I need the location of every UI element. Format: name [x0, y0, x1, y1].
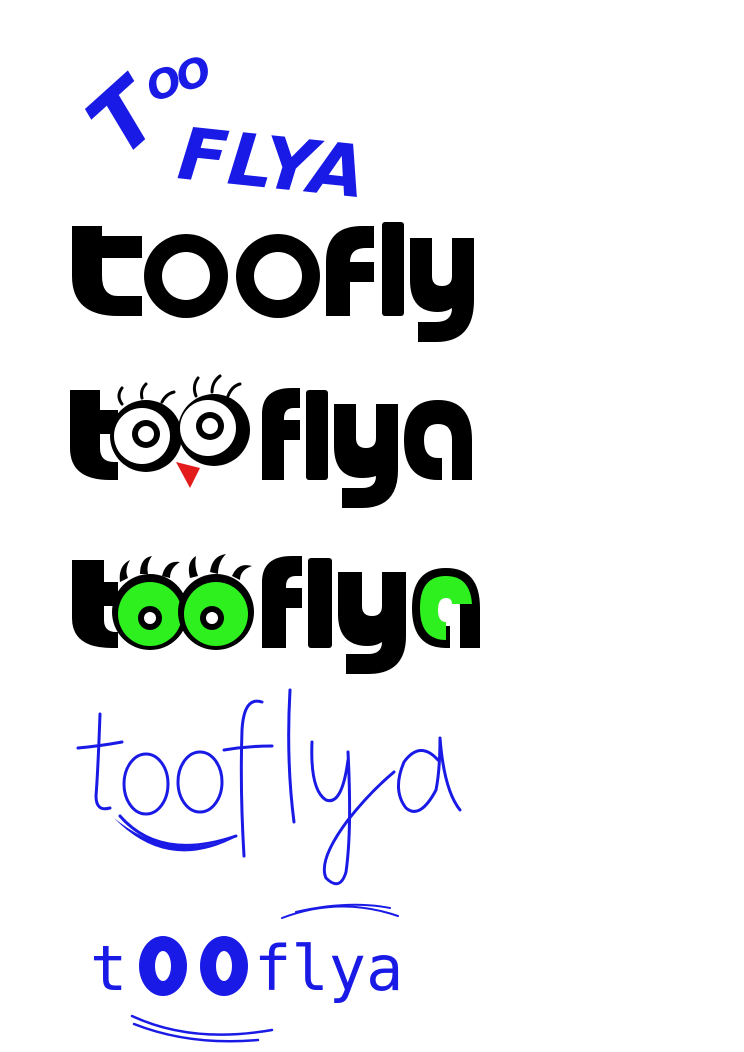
handwritten-swoosh-icon [114, 818, 238, 852]
logo-green-eyes [72, 554, 480, 674]
logo-mono-oo [139, 936, 248, 996]
beak-icon [176, 462, 200, 488]
logo-eyes-beak [70, 374, 472, 508]
logo-arched: T OO FLYA [69, 48, 371, 215]
arc-bottom-icon [130, 1014, 274, 1043]
logo-arched-flya: FLYA [174, 111, 371, 214]
logo-mono: t flya [90, 903, 403, 1043]
arc-top-icon [281, 903, 399, 919]
logo-geometric [72, 222, 474, 342]
logo-handwritten [76, 688, 462, 886]
logo-sheet: T OO FLYA t flya [69, 48, 482, 1043]
logo-mono-flya: flya [254, 932, 403, 1005]
smile-icon [118, 814, 238, 847]
logo-mono-t: t [90, 932, 127, 1005]
logo-arched-oo: OO [141, 48, 216, 112]
logo-geometric-tail [420, 236, 482, 316]
